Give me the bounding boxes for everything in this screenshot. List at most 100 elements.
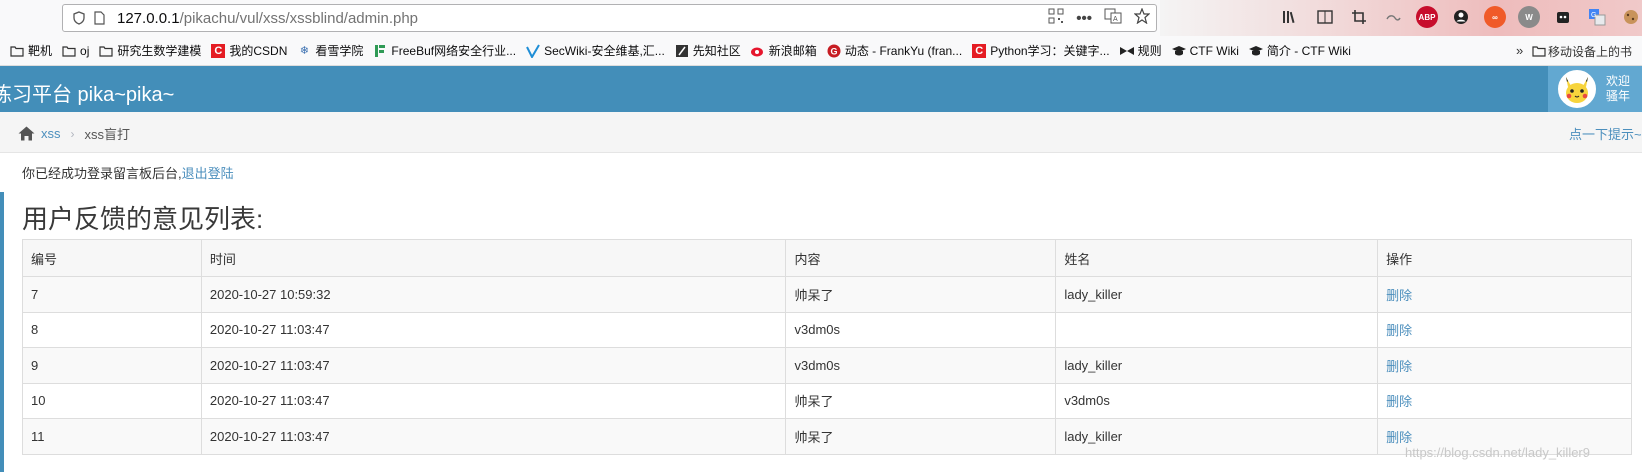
adblock-plus-icon[interactable]: ABP [1416,6,1438,28]
bookmark-item[interactable]: 先知社区 [675,42,741,59]
bookmark-label: 简介 - CTF Wiki [1266,44,1351,58]
bookmark-label: FreeBuf网络安全行业... [391,44,517,58]
bookmark-item[interactable]: G 动态 - FrankYu (fran... [827,42,962,59]
sidebar-edge [0,192,4,472]
delete-link[interactable]: 删除 [1377,276,1632,313]
library-icon[interactable] [1280,6,1302,28]
hint-link[interactable]: 点一下提示~ [1569,124,1642,143]
bookmark-label: oj [80,43,90,58]
column-header: 操作 [1377,239,1632,277]
cell-id: 9 [22,347,202,384]
avatar[interactable] [1558,70,1596,108]
bookmark-item[interactable]: ❄ 看雪学院 [297,42,364,59]
translate-icon[interactable]: A [1104,8,1122,28]
page-actions-icon[interactable]: ••• [1076,10,1092,27]
ghost-extension-icon[interactable] [1552,6,1574,28]
breadcrumb: xss › xss盲打 点一下提示~ [0,112,1642,153]
bookmark-item[interactable]: C 我的CSDN [211,42,287,59]
table-row: 10 2020-10-27 11:03:47 帅呆了 v3dm0s 删除 [22,382,1632,419]
delete-link[interactable]: 删除 [1377,311,1632,348]
freebuf-icon [373,44,387,58]
bookmark-item[interactable]: 新浪邮箱 [750,42,817,59]
user-menu[interactable]: 欢迎 骚年 [1548,66,1642,112]
bookmarks-overflow-button[interactable]: » [1516,43,1523,58]
account-icon[interactable] [1450,6,1472,28]
graduation-cap-icon [1171,44,1186,58]
delete-link[interactable]: 删除 [1377,382,1632,419]
browser-toolbar: 127.0.0.1/pikachu/vul/xss/xssblind/admin… [0,0,1642,36]
cookie-icon[interactable] [1620,6,1642,28]
column-header: 编号 [22,239,202,277]
bookmarks-toolbar: 靶机 oj 研究生数学建模 C 我的CSDN ❄ 看雪学院 FreeBuf网络安全行… [0,36,1642,66]
shield-icon[interactable] [69,8,89,28]
sina-icon [750,44,765,58]
cell-id: 11 [22,418,202,455]
bookmark-item[interactable]: 靶机 [10,42,52,59]
site-brand[interactable]: 练习平台 pika~pika~ [0,78,174,107]
page-title: 用户反馈的意见列表: [22,204,264,234]
url-host: 127.0.0.1 [117,9,180,27]
cell-name [1055,311,1379,348]
cell-time: 2020-10-27 10:59:32 [200,276,787,313]
mobile-bookmarks-folder[interactable]: 移动设备上的书 [1532,43,1632,60]
welcome-line: 欢迎 [1606,74,1631,88]
cell-time: 2020-10-27 11:03:47 [200,418,787,455]
bookmark-label: 新浪邮箱 [768,44,817,58]
cell-time: 2020-10-27 11:03:47 [200,382,787,419]
cell-content: 帅呆了 [785,382,1057,419]
url-bar[interactable]: 127.0.0.1/pikachu/vul/xss/xssblind/admin… [62,4,1157,32]
sync-icon[interactable] [1382,6,1404,28]
watermark: https://blog.csdn.net/lady_killer9 [1405,445,1590,460]
bookmark-label: 规则 [1137,44,1162,58]
snowflake-icon: ❄ [299,45,309,57]
delete-link[interactable]: 删除 [1377,347,1632,384]
bookmark-item[interactable]: CTF Wiki [1171,44,1239,58]
bookmark-label: 看雪学院 [315,44,364,58]
xianzhi-icon [675,44,689,58]
table-header-row: 编号 时间 内容 姓名 操作 [22,239,1632,277]
site-navbar: 练习平台 pika~pika~ [0,66,1642,112]
bookmark-item[interactable]: 研究生数学建模 [99,42,201,59]
crop-icon[interactable] [1348,6,1370,28]
svg-text:A: A [1113,16,1118,23]
column-header: 内容 [785,239,1057,277]
infinity-extension-icon[interactable]: ∞ [1484,6,1506,28]
cell-id: 10 [22,382,202,419]
cell-id: 7 [22,276,202,313]
reader-view-icon[interactable] [1314,6,1336,28]
welcome-text: 欢迎 骚年 [1606,74,1630,104]
csdn-icon: C [211,43,226,58]
bookmark-label: Python学习：关键字... [990,44,1110,58]
page-info-icon[interactable] [89,8,109,28]
feedback-table: 编号 时间 内容 姓名 操作 7 2020-10-27 10:59:32 帅呆了… [22,239,1632,455]
logout-link[interactable]: 退出登陆 [182,166,234,181]
google-translate-icon[interactable]: G [1586,6,1608,28]
breadcrumb-xss-link[interactable]: xss [41,126,61,141]
w-extension-icon[interactable]: W [1518,6,1540,28]
login-status: 你已经成功登录留言板后台,退出登陆 [22,163,234,182]
chevron-right-icon: › [70,126,75,141]
bookmark-item[interactable]: C Python学习：关键字... [972,42,1110,59]
cell-name: lady_killer [1055,347,1379,384]
bow-icon [1119,44,1134,58]
folder-icon [10,44,24,58]
bookmark-item[interactable]: 简介 - CTF Wiki [1248,42,1351,59]
bookmark-item[interactable]: FreeBuf网络安全行业... [373,42,516,59]
bookmark-star-icon[interactable] [1133,7,1151,28]
bookmark-item[interactable]: oj [62,44,89,58]
cell-name: lady_killer [1055,418,1379,455]
table-row: 8 2020-10-27 11:03:47 v3dm0s 删除 [22,311,1632,348]
gitee-icon: G [827,44,841,58]
qr-code-icon[interactable] [1048,8,1064,28]
cell-id: 8 [22,311,202,348]
bookmark-item[interactable]: 规则 [1119,42,1162,59]
bookmark-item[interactable]: SecWiki-安全维基,汇... [526,42,665,59]
bookmark-label: 研究生数学建模 [117,44,202,58]
bookmark-label: 移动设备上的书 [1548,45,1633,59]
csdn-icon: C [972,43,987,58]
folder-icon [62,44,76,58]
home-icon[interactable] [18,126,35,141]
breadcrumb-current: xss盲打 [84,127,131,142]
graduation-cap-icon [1248,44,1263,58]
table-row: 11 2020-10-27 11:03:47 帅呆了 lady_killer 删… [22,418,1632,455]
